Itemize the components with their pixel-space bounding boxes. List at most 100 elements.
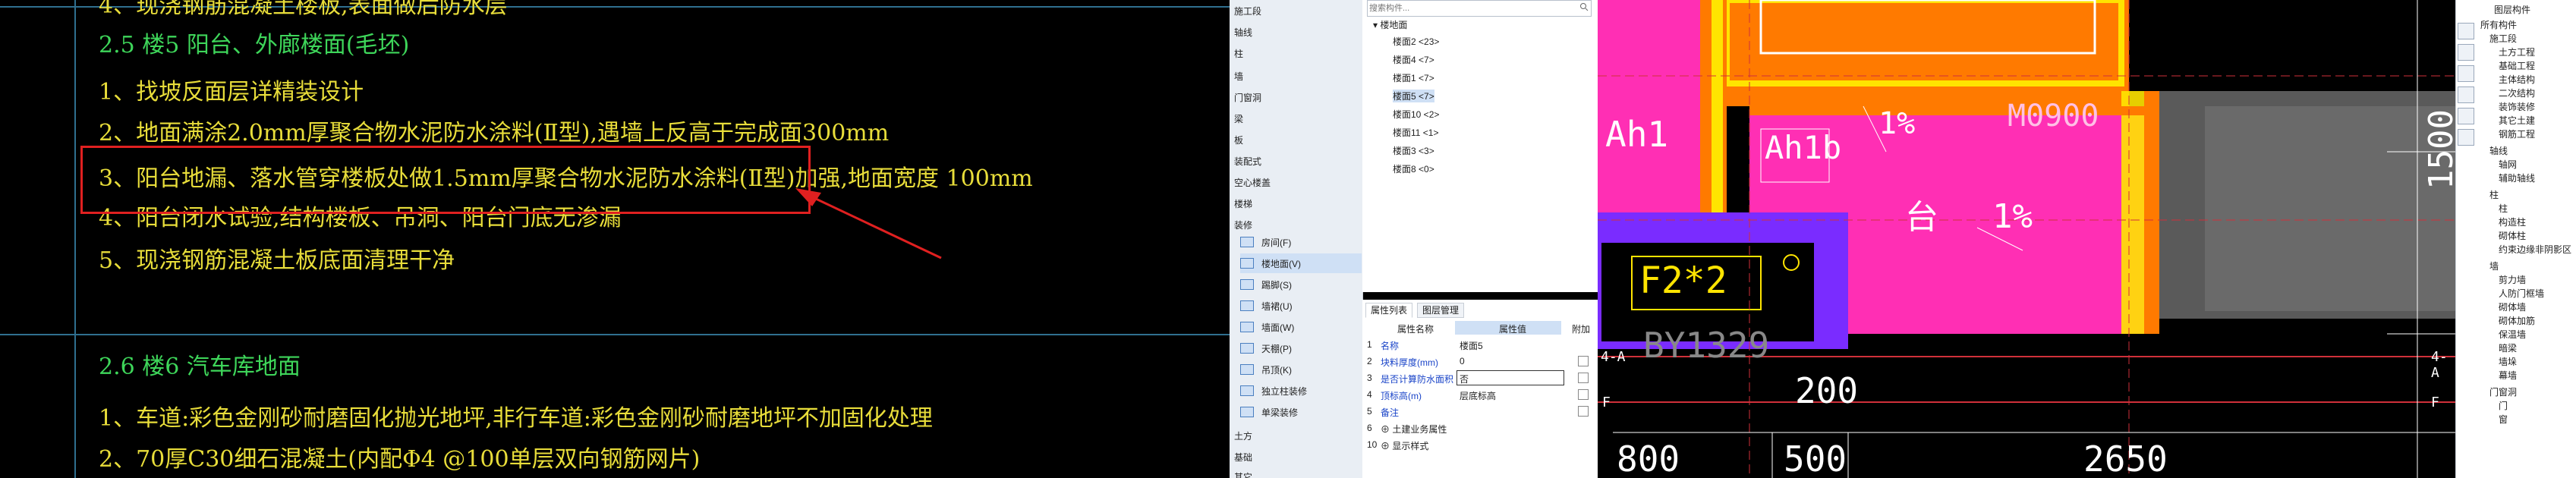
sidebar-header: 图层构件 <box>2494 5 2531 15</box>
tree-node[interactable]: 约束边缘非阴影区 <box>2499 243 2571 256</box>
tree-node[interactable]: 门窗洞 <box>2489 385 2517 398</box>
tree-item[interactable]: 楼面10 <2> <box>1393 108 1439 121</box>
nav-category[interactable]: 板 <box>1234 134 1243 146</box>
tree-node[interactable]: 构造柱 <box>2499 215 2526 228</box>
tree-node[interactable]: 柱 <box>2489 188 2499 201</box>
tree-item[interactable]: 楼面3 <3> <box>1393 144 1434 157</box>
nav-item-room[interactable]: 房间(F) <box>1240 232 1362 252</box>
tree-node[interactable]: 其它土建 <box>2499 114 2535 127</box>
row-number: 4 <box>1367 389 1372 400</box>
label-ah1: Ah1 <box>1605 114 1669 155</box>
tab-layer-manager[interactable]: 图层管理 <box>1417 303 1465 318</box>
nav-category[interactable]: 装配式 <box>1234 155 1261 168</box>
tree-root[interactable]: ▾ 楼地面 <box>1373 18 1407 31</box>
tree-node[interactable]: 主体结构 <box>2499 73 2535 86</box>
tree-node[interactable]: 钢筋工程 <box>2499 127 2535 140</box>
nav-category[interactable]: 楼梯 <box>1234 197 1252 210</box>
row-group[interactable]: ⊕ 显示样式 <box>1381 439 1428 452</box>
tree-node[interactable]: 装饰装修 <box>2499 100 2535 113</box>
tree-item[interactable]: 楼面1 <7> <box>1393 71 1434 84</box>
wall-finish-icon <box>1240 322 1254 332</box>
tool-icon[interactable] <box>2458 44 2474 61</box>
search-icon[interactable] <box>1579 2 1589 11</box>
nav-category[interactable]: 空心楼盖 <box>1234 176 1271 189</box>
tree-node[interactable]: 窗 <box>2499 413 2508 426</box>
cad-drawing-view[interactable]: Ah1 Ah1b 1% 1% M0900 台 F2*2 BY1329 1500 … <box>1598 0 2455 478</box>
nav-category[interactable]: 基础 <box>1234 451 1252 464</box>
nav-category[interactable]: 施工段 <box>1234 5 1261 17</box>
tree-node[interactable]: 砌体柱 <box>2499 229 2526 242</box>
tool-icon[interactable] <box>2458 86 2474 103</box>
nav-item-dado[interactable]: 墙裙(U) <box>1240 296 1362 316</box>
col-header-value: 属性值 <box>1499 324 1527 335</box>
note-line: 5、现浇钢筋混凝土板底面清理干净 <box>99 247 455 274</box>
row-number: 10 <box>1367 439 1378 450</box>
tree-node[interactable]: 二次结构 <box>2499 86 2535 99</box>
tree-item[interactable]: 楼面2 <23> <box>1393 35 1439 48</box>
row-number: 5 <box>1367 406 1372 417</box>
tree-node[interactable]: 门 <box>2499 399 2508 412</box>
tree-node[interactable]: 轴网 <box>2499 158 2517 171</box>
tree-node[interactable]: 墙 <box>2489 259 2499 272</box>
nav-category[interactable]: 土方 <box>1234 429 1252 442</box>
suspended-ceiling-icon <box>1240 364 1254 375</box>
tree-node[interactable]: 柱 <box>2499 202 2508 215</box>
tool-icon[interactable] <box>2458 129 2474 146</box>
cad-notes-view[interactable]: 4、现浇钢筋混凝土楼板,表面做后防水层 2.5 楼5 阳台、外廊楼面(毛坯) 1… <box>0 0 1230 478</box>
tree-node[interactable]: 轴线 <box>2489 144 2508 157</box>
nav-item-floor[interactable]: 楼地面(V) <box>1240 253 1362 273</box>
drawing-canvas <box>1598 0 2455 478</box>
nav-category[interactable]: 轴线 <box>1234 26 1252 39</box>
search-input[interactable] <box>1367 0 1592 17</box>
tree-node[interactable]: 施工段 <box>2489 32 2517 45</box>
nav-category[interactable]: 柱 <box>1234 47 1243 60</box>
row-value[interactable]: 否 <box>1460 373 1469 385</box>
red-callout-box <box>80 146 811 214</box>
tree-node[interactable]: 所有构件 <box>2480 18 2517 31</box>
nav-item-suspended-ceiling[interactable]: 吊顶(K) <box>1240 360 1362 379</box>
tree-node[interactable]: 幕墙 <box>2499 369 2517 382</box>
tree-item[interactable]: 楼面4 <7> <box>1393 53 1434 66</box>
row-value[interactable]: 层底标高 <box>1460 389 1496 402</box>
nav-item-column-finish[interactable]: 独立柱装修 <box>1240 381 1362 401</box>
nav-category[interactable]: 其它 <box>1234 470 1252 478</box>
nav-category[interactable]: 梁 <box>1234 112 1243 125</box>
tree-node[interactable]: 墙垛 <box>2499 355 2517 368</box>
nav-item-beam-finish[interactable]: 单梁装修 <box>1240 402 1362 422</box>
tree-node[interactable]: 保温墙 <box>2499 328 2526 341</box>
tree-node[interactable]: 土方工程 <box>2499 46 2535 58</box>
tool-icon[interactable] <box>2458 23 2474 39</box>
value-editor[interactable] <box>1456 370 1564 385</box>
tree-node[interactable]: 基础工程 <box>2499 59 2535 72</box>
row-name: 备注 <box>1381 407 1400 418</box>
nav-item-ceiling[interactable]: 天棚(P) <box>1240 338 1362 358</box>
beam-finish-icon <box>1240 407 1254 417</box>
tab-property-list[interactable]: 属性列表 <box>1365 303 1413 318</box>
tree-node[interactable]: 剪力墙 <box>2499 273 2526 286</box>
tree-item-selected[interactable]: 楼面5 <7> <box>1393 90 1434 102</box>
row-group[interactable]: ⊕ 土建业务属性 <box>1381 423 1447 436</box>
nav-category[interactable]: 墙 <box>1234 70 1243 83</box>
tree-item[interactable]: 楼面11 <1> <box>1393 126 1438 139</box>
row-checkbox[interactable] <box>1578 373 1589 383</box>
nav-category[interactable]: 装修 <box>1234 219 1252 231</box>
tree-node[interactable]: 砌体墙 <box>2499 300 2526 313</box>
row-value[interactable]: 0 <box>1460 356 1465 366</box>
tree-node[interactable]: 人防门框墙 <box>2499 287 2544 300</box>
tool-icon[interactable] <box>2458 65 2474 82</box>
tree-item[interactable]: 楼面8 <0> <box>1393 162 1434 175</box>
tree-node[interactable]: 砌体加筋 <box>2499 314 2535 327</box>
row-checkbox[interactable] <box>1578 406 1589 417</box>
tree-node[interactable]: 辅助轴线 <box>2499 171 2535 184</box>
row-number: 1 <box>1367 339 1372 350</box>
dim-800: 800 <box>1617 439 1680 478</box>
nav-item-skirting[interactable]: 踢脚(S) <box>1240 275 1362 294</box>
row-checkbox[interactable] <box>1578 389 1589 400</box>
row-value[interactable]: 楼面5 <box>1460 339 1483 352</box>
nav-category[interactable]: 门窗洞 <box>1234 91 1261 104</box>
row-checkbox[interactable] <box>1578 356 1589 366</box>
tool-icon[interactable] <box>2458 108 2474 124</box>
tree-node[interactable]: 暗梁 <box>2499 341 2517 354</box>
nav-item-wall-finish[interactable]: 墙面(W) <box>1240 317 1362 337</box>
label-window: F2*2 <box>1639 259 1727 302</box>
